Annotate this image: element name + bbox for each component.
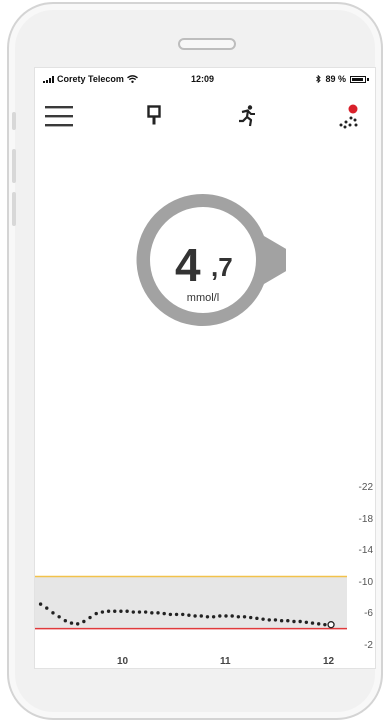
glucose-data-point [100, 610, 105, 614]
y-tick-label: -18 [358, 513, 373, 525]
glucose-data-point [38, 602, 43, 606]
glucose-data-point [82, 619, 86, 624]
chart-plot [35, 575, 347, 630]
trend-arrow-icon [286, 246, 307, 274]
glucose-data-point [242, 615, 247, 619]
glucose-data-point [119, 609, 123, 613]
glucose-value-decimal: ,7 [211, 252, 233, 282]
glucose-data-point [162, 611, 166, 616]
glucose-data-point [230, 614, 234, 618]
glucose-data-point [125, 609, 129, 613]
battery-tip [367, 77, 369, 81]
current-reading-point [327, 621, 335, 629]
glucose-data-point [205, 615, 210, 619]
running-person-icon [239, 105, 255, 127]
glucose-data-point [94, 611, 98, 616]
glucose-data-point [143, 610, 148, 614]
glucose-data-point [292, 619, 296, 624]
glucose-data-point [261, 617, 265, 621]
glucose-data-point [218, 614, 222, 618]
sensor-button[interactable] [138, 100, 170, 132]
glucose-data-point [298, 619, 302, 624]
glucose-data-point [286, 619, 290, 623]
x-tick-label: 12 [323, 656, 335, 667]
signal-strength-icon [43, 75, 54, 83]
glucose-data-point [57, 615, 61, 619]
sensor-icon [147, 105, 161, 125]
app-screen: Corety Telecom 12:09 89 % 4 ,7 mmol/l -2… [34, 67, 376, 669]
x-tick-label: 11 [220, 656, 231, 667]
glucose-data-point [174, 612, 179, 617]
hamburger-menu-icon [45, 106, 73, 127]
glucose-gauge[interactable]: 4 ,7 mmol/l [135, 190, 315, 352]
y-tick-label: -14 [358, 545, 373, 557]
y-tick-label: -22 [358, 482, 373, 493]
glucose-data-point [304, 620, 309, 624]
glucose-data-point [131, 610, 135, 614]
glucose-data-point [181, 612, 185, 617]
phone-frame: Corety Telecom 12:09 89 % 4 ,7 mmol/l -2… [7, 2, 383, 720]
glucose-data-point [75, 622, 80, 626]
side-button [12, 112, 16, 130]
y-tick-label: -10 [358, 576, 373, 588]
glucose-data-point [224, 614, 228, 618]
volume-up-button [12, 149, 16, 183]
glucose-data-point [279, 619, 284, 623]
glucose-data-point [255, 616, 259, 621]
battery-icon [350, 75, 366, 83]
y-tick-label: -6 [364, 608, 373, 620]
glucose-data-point [137, 610, 142, 614]
speaker-grille [178, 38, 236, 50]
glucose-data-point [236, 615, 241, 619]
toolbar [35, 92, 375, 132]
glucose-data-point [88, 615, 92, 620]
volume-down-button [12, 192, 16, 226]
battery-info: 89 % [316, 74, 369, 84]
glucose-data-point [106, 609, 111, 613]
glucose-data-point [113, 609, 117, 613]
dots-alert-icon [339, 104, 358, 129]
glucose-data-point [267, 618, 271, 622]
glucose-data-point [156, 611, 160, 615]
status-time: 12:09 [191, 74, 215, 84]
glucose-data-point [45, 606, 49, 610]
glucose-data-point [63, 619, 68, 623]
glucose-history-chart[interactable]: -22 -18 -14 -10 -6 -2 10 11 12 [35, 408, 375, 668]
glucose-data-point [199, 614, 203, 618]
glucose-data-point [249, 615, 253, 620]
glucose-data-point [193, 614, 197, 618]
glucose-data-point [323, 622, 327, 627]
y-tick-label: -2 [364, 640, 373, 651]
carrier-name: Corety Telecom [57, 74, 124, 84]
glucose-data-point [273, 618, 278, 622]
x-tick-label: 10 [117, 656, 129, 667]
glucose-data-point [211, 615, 216, 619]
glucose-data-point [310, 621, 315, 625]
carrier-info: Corety Telecom [43, 74, 138, 84]
glucose-unit: mmol/l [186, 292, 220, 304]
alerts-button[interactable] [331, 100, 363, 132]
menu-button[interactable] [43, 100, 75, 132]
glucose-data-point [187, 613, 191, 617]
battery-percentage: 89 % [325, 74, 346, 84]
activity-button[interactable] [231, 100, 263, 132]
glucose-data-point [150, 611, 154, 615]
glucose-data-point [51, 611, 55, 615]
bluetooth-icon [316, 75, 322, 83]
glucose-value-integer: 4 [175, 239, 201, 291]
glucose-data-point [69, 621, 74, 625]
wifi-icon [126, 75, 138, 83]
status-bar: Corety Telecom 12:09 89 % [35, 68, 375, 88]
glucose-data-point [168, 612, 173, 617]
glucose-data-point [317, 622, 321, 626]
